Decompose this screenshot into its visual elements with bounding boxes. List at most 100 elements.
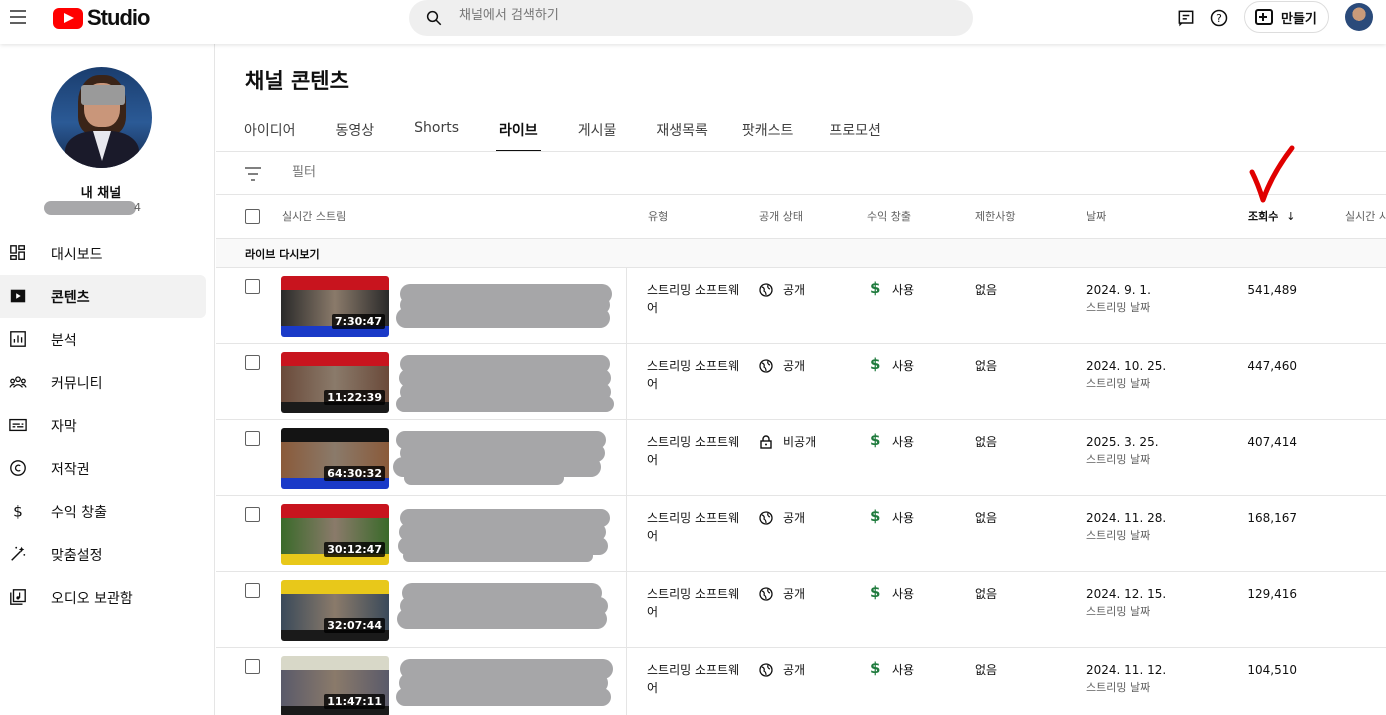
sidebar-item-content[interactable]: 콘텐츠 — [0, 275, 206, 318]
column-header-views[interactable]: 조회수 ↓ — [1248, 208, 1295, 224]
account-avatar[interactable] — [1345, 3, 1373, 31]
column-header-monetization[interactable]: 수익 창출 — [867, 208, 911, 224]
row-checkbox[interactable] — [245, 583, 260, 598]
table-row[interactable]: 11:47:11 스트리밍 소프트웨 어 공개 $ 사용 없음 2024. 11. 12. 스… — [216, 648, 1386, 715]
row-checkbox[interactable] — [245, 279, 260, 294]
type-text-cont: 어 — [647, 605, 659, 619]
sidebar-item-subtitles[interactable]: 자막 — [0, 404, 206, 447]
video-thumbnail[interactable]: 32:07:44 — [281, 580, 389, 641]
date-cell: 2024. 9. 1. 스트리밍 날짜 — [1086, 281, 1151, 317]
video-thumbnail[interactable]: 11:22:39 — [281, 352, 389, 413]
thumbnail-banner-top — [281, 580, 389, 594]
column-header-stream[interactable]: 실시간 스트림 — [282, 208, 346, 224]
sidebar-item-dashboard[interactable]: 대시보드 — [0, 232, 206, 275]
column-header-type[interactable]: 유형 — [648, 208, 668, 224]
filter-input[interactable] — [292, 165, 592, 180]
column-header-date[interactable]: 날짜 — [1086, 208, 1106, 224]
red-checkmark-annotation — [1249, 145, 1295, 203]
visibility-cell[interactable]: 공개 — [783, 509, 805, 527]
filter-icon[interactable] — [244, 166, 262, 182]
thumbnail-banner-top — [281, 276, 389, 290]
column-header-visibility[interactable]: 공개 상태 — [759, 208, 803, 224]
views-cell: 168,167 — [1247, 511, 1297, 525]
table-row[interactable]: 30:12:47 스트리밍 소프트웨 어 공개 $ 사용 없음 2024. 11. 28. 스… — [216, 496, 1386, 572]
type-text-cont: 어 — [647, 301, 659, 315]
select-all-checkbox[interactable] — [245, 209, 260, 224]
channel-avatar[interactable] — [51, 67, 152, 168]
tab-ideas[interactable]: 아이디어 — [244, 118, 296, 152]
tab-podcasts[interactable]: 팟캐스트 — [742, 118, 794, 152]
lock-icon — [760, 435, 772, 449]
monetization-cell[interactable]: 사용 — [892, 661, 914, 679]
video-thumbnail[interactable]: 11:47:11 — [281, 656, 389, 715]
table-row[interactable]: 7:30:47 스트리밍 소프트웨 어 공개 $ 사용 없음 2024. 9. 1. 스트리밍… — [216, 268, 1386, 344]
row-checkbox[interactable] — [245, 431, 260, 446]
date-text: 2024. 9. 1. — [1086, 283, 1151, 297]
visibility-cell[interactable]: 비공개 — [783, 433, 816, 451]
date-text: 2024. 10. 25. — [1086, 359, 1167, 373]
date-text: 2024. 11. 28. — [1086, 511, 1167, 525]
column-header-live[interactable]: 실시간 시 — [1345, 208, 1386, 224]
sidebar-item-analytics[interactable]: 분석 — [0, 318, 206, 361]
audio-library-icon — [10, 589, 26, 605]
monetization-cell[interactable]: 사용 — [892, 357, 914, 375]
video-thumbnail[interactable]: 64:30:32 — [281, 428, 389, 489]
table-row[interactable]: 32:07:44 스트리밍 소프트웨 어 공개 $ 사용 없음 2024. 12. 15. 스… — [216, 572, 1386, 648]
redacted-title — [403, 550, 593, 562]
visibility-cell[interactable]: 공개 — [783, 281, 805, 299]
copyright-icon — [10, 460, 26, 476]
row-checkbox[interactable] — [245, 507, 260, 522]
monetization-cell[interactable]: 사용 — [892, 585, 914, 603]
sidebar-item-label: 자막 — [51, 418, 77, 435]
column-header-restrictions[interactable]: 제한사항 — [975, 208, 1015, 224]
menu-icon[interactable] — [10, 6, 30, 26]
tab-playlists[interactable]: 재생목록 — [656, 118, 708, 152]
search-input[interactable] — [459, 8, 939, 23]
tab-posts[interactable]: 게시물 — [578, 118, 617, 152]
video-thumbnail[interactable]: 7:30:47 — [281, 276, 389, 337]
studio-logo[interactable]: Studio — [53, 5, 150, 31]
tab-shorts[interactable]: Shorts — [414, 118, 459, 152]
tab-live[interactable]: 라이브 — [496, 118, 541, 152]
sidebar-item-monetization[interactable]: $ 수익 창출 — [0, 490, 206, 533]
visibility-cell[interactable]: 공개 — [783, 661, 805, 679]
help-icon[interactable]: ? — [1209, 8, 1229, 28]
table-row[interactable]: 64:30:32 스트리밍 소프트웨 어 비공개 $ 사용 없음 2025. 3. 25. 스… — [216, 420, 1386, 496]
sidebar-item-community[interactable]: 커뮤니티 — [0, 361, 206, 404]
monetization-cell[interactable]: 사용 — [892, 509, 914, 527]
date-cell: 2024. 10. 25. 스트리밍 날짜 — [1086, 357, 1166, 393]
globe-icon — [759, 359, 773, 373]
sidebar-item-label: 오디오 보관함 — [51, 590, 133, 607]
dashboard-icon — [10, 245, 25, 260]
monetization-cell[interactable]: 사용 — [892, 433, 914, 451]
type-cell: 스트리밍 소프트웨 어 — [647, 509, 747, 545]
monetization-cell[interactable]: 사용 — [892, 281, 914, 299]
visibility-cell[interactable]: 공개 — [783, 585, 805, 603]
tab-promotions[interactable]: 프로모션 — [829, 118, 881, 152]
date-sub-text: 스트리밍 날짜 — [1086, 681, 1151, 694]
section-live-replay: 라이브 다시보기 — [216, 239, 1386, 268]
sidebar-item-copyright[interactable]: 저작권 — [0, 447, 206, 490]
create-button[interactable]: 만들기 — [1244, 1, 1329, 33]
subtitles-icon — [9, 418, 27, 432]
thumbnail-banner-top — [281, 656, 389, 670]
dollar-icon: $ — [870, 659, 881, 677]
visibility-cell[interactable]: 공개 — [783, 357, 805, 375]
tab-videos[interactable]: 동영상 — [336, 118, 375, 152]
column-divider — [626, 420, 627, 496]
thumbnail-banner-top — [281, 504, 389, 518]
table-row[interactable]: 11:22:39 스트리밍 소프트웨 어 공개 $ 사용 없음 2024. 10. 25. 스… — [216, 344, 1386, 420]
globe-icon — [759, 587, 773, 601]
row-checkbox[interactable] — [245, 659, 260, 674]
type-text: 스트리밍 소프트웨 — [647, 435, 740, 449]
dollar-icon: $ — [870, 279, 881, 297]
sidebar-item-audio-library[interactable]: 오디오 보관함 — [0, 576, 206, 619]
column-divider — [626, 344, 627, 420]
feedback-icon[interactable] — [1176, 8, 1196, 28]
globe-icon — [759, 283, 773, 297]
video-thumbnail[interactable]: 30:12:47 — [281, 504, 389, 565]
date-sub-text: 스트리밍 날짜 — [1086, 301, 1151, 314]
search-bar[interactable] — [409, 0, 973, 36]
sidebar-item-customization[interactable]: 맞춤설정 — [0, 533, 206, 576]
row-checkbox[interactable] — [245, 355, 260, 370]
